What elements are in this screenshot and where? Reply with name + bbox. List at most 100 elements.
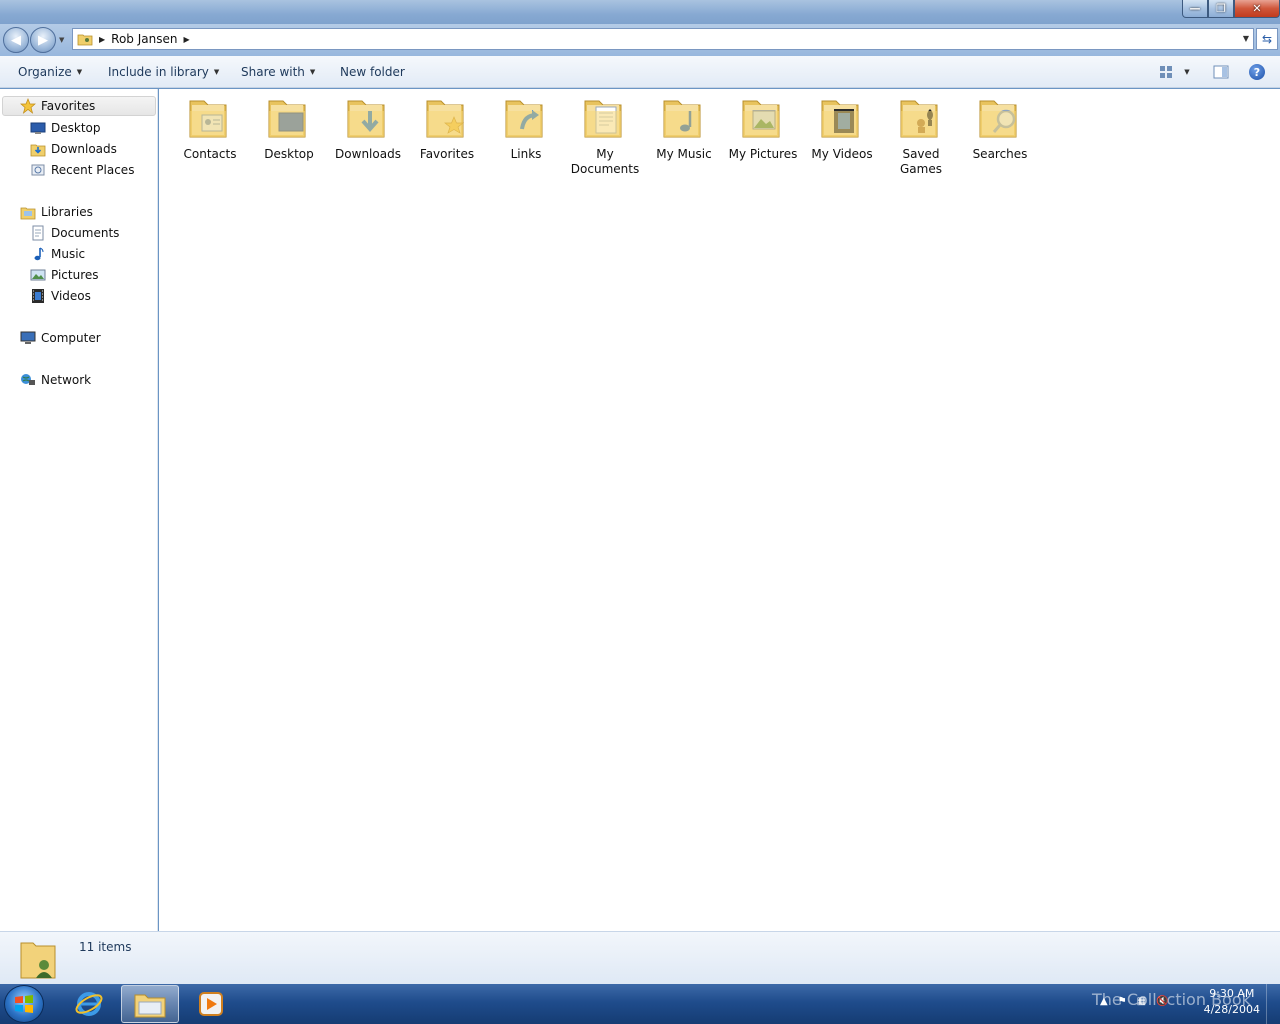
close-icon: ✕	[1252, 2, 1262, 15]
sidebar-item-network[interactable]: Network	[20, 370, 91, 390]
sidebar-item-desktop[interactable]: Desktop	[30, 118, 101, 138]
sidebar-item-label: Documents	[51, 226, 120, 240]
sidebar-item-label: Downloads	[51, 142, 117, 156]
title-bar: — ❐ ✕	[0, 0, 1280, 24]
folder-item[interactable]: My Pictures	[724, 95, 802, 162]
taskbar-internet-explorer[interactable]	[60, 985, 118, 1023]
action-center-flag-icon[interactable]: ⚑	[1118, 996, 1127, 1007]
taskbar-media-player[interactable]	[182, 985, 240, 1023]
folder-label: Downloads	[335, 147, 401, 161]
sidebar-item-favorites[interactable]: Favorites	[2, 96, 156, 116]
sidebar-item-label: Recent Places	[51, 163, 135, 177]
taskbar-windows-explorer[interactable]	[121, 985, 179, 1023]
start-button[interactable]	[4, 985, 44, 1023]
volume-muted-icon[interactable]: 🔇	[1156, 996, 1168, 1007]
minimize-button[interactable]: —	[1182, 0, 1208, 18]
sidebar-item-videos[interactable]: Videos	[30, 286, 91, 306]
minimize-icon: —	[1189, 2, 1201, 15]
view-grid-icon	[1160, 66, 1172, 78]
folder-item[interactable]: My Videos	[803, 95, 881, 162]
internet-explorer-icon	[75, 992, 103, 1016]
clock[interactable]: 9:30 AM 4/28/2004	[1204, 986, 1260, 1018]
desktop-icon	[30, 120, 46, 136]
contacts-folder-icon	[189, 100, 227, 138]
view-options-dropdown[interactable]: ▼	[1178, 63, 1196, 81]
sidebar-item-documents[interactable]: Documents	[30, 223, 119, 243]
refresh-icon: ⇆	[1261, 32, 1273, 46]
file-list[interactable]: Contacts Desktop Downloads Favorites Links My…	[159, 89, 1280, 931]
address-row: ◀ ▶ ▼ ▶ Rob Jansen ▶ ▼ ⇆	[0, 24, 1280, 56]
share-with-label: Share with	[241, 65, 305, 79]
organize-label: Organize	[18, 65, 72, 79]
folder-item[interactable]: Links	[487, 95, 565, 162]
preview-pane-icon	[1213, 65, 1229, 79]
user-folder-large-icon	[20, 942, 56, 979]
folder-label: My Documents	[570, 147, 640, 176]
recent-pages-dropdown[interactable]: ▼	[59, 36, 64, 44]
new-folder-button[interactable]: New folder	[340, 65, 405, 79]
folder-item[interactable]: Desktop	[250, 95, 328, 162]
media-player-icon	[199, 992, 223, 1016]
command-bar: Organize ▼ Include in library ▼ Share with…	[0, 56, 1280, 88]
folder-item[interactable]: My Music	[645, 95, 723, 162]
breadcrumb-rob-jansen[interactable]: Rob Jansen	[111, 32, 177, 46]
help-button[interactable]: ?	[1248, 63, 1266, 81]
sidebar-item-libraries[interactable]: Libraries	[20, 202, 93, 222]
folder-item[interactable]: My Documents	[566, 95, 644, 177]
sidebar-item-label: Libraries	[41, 205, 93, 219]
address-dropdown-icon[interactable]: ▼	[1243, 34, 1249, 43]
sidebar-item-downloads[interactable]: Downloads	[30, 139, 117, 159]
sidebar-item-computer[interactable]: Computer	[20, 328, 101, 348]
sidebar-item-pictures[interactable]: Pictures	[30, 265, 99, 285]
item-count: 11 items	[79, 940, 132, 954]
folder-item[interactable]: Downloads	[329, 95, 407, 162]
change-view-button[interactable]	[1157, 63, 1175, 81]
maximize-icon: ❐	[1216, 2, 1226, 15]
my-documents-folder-icon	[584, 100, 622, 138]
favorites-folder-icon	[426, 100, 464, 138]
sidebar-item-music[interactable]: Music	[30, 244, 85, 264]
links-folder-icon	[505, 100, 543, 138]
breadcrumb-separator-icon[interactable]: ▶	[183, 35, 189, 44]
close-button[interactable]: ✕	[1234, 0, 1280, 18]
navigation-pane: Favorites Desktop Downloads Recent Place…	[0, 89, 158, 931]
show-desktop-button[interactable]	[1266, 984, 1280, 1024]
help-icon: ?	[1249, 64, 1265, 80]
sidebar-item-label: Network	[41, 373, 92, 387]
organize-button[interactable]: Organize ▼	[18, 65, 82, 79]
new-folder-label: New folder	[340, 65, 405, 79]
system-tray-icons: ▲ ⚑ ▦ 🔇	[1100, 996, 1169, 1007]
folder-label: Saved Games	[900, 147, 942, 176]
music-icon	[30, 246, 46, 262]
clock-time: 9:30 AM	[1209, 987, 1255, 1000]
folder-item[interactable]: Saved Games	[882, 95, 960, 177]
folder-label: Contacts	[183, 147, 237, 161]
folder-item[interactable]: Favorites	[408, 95, 486, 162]
folder-label: Searches	[972, 147, 1028, 161]
computer-icon	[20, 330, 36, 346]
windows-logo-icon	[15, 995, 33, 1013]
chevron-down-icon: ▼	[76, 68, 83, 76]
sidebar-item-label: Music	[51, 247, 86, 261]
libraries-icon	[20, 204, 36, 220]
refresh-button[interactable]: ⇆	[1256, 28, 1278, 50]
sidebar-item-recent-places[interactable]: Recent Places	[30, 160, 134, 180]
address-bar[interactable]: ▶ Rob Jansen ▶ ▼	[72, 28, 1254, 50]
show-hidden-icons-icon[interactable]: ▲	[1100, 996, 1108, 1007]
back-button[interactable]: ◀	[3, 27, 29, 53]
pictures-icon	[30, 267, 46, 283]
include-in-library-button[interactable]: Include in library ▼	[108, 65, 219, 79]
network-icon	[20, 372, 36, 388]
share-with-button[interactable]: Share with ▼	[241, 65, 315, 79]
maximize-button[interactable]: ❐	[1208, 0, 1234, 18]
downloads-folder-icon	[347, 100, 385, 138]
preview-pane-button[interactable]	[1212, 63, 1230, 81]
breadcrumb-separator-icon[interactable]: ▶	[99, 35, 105, 44]
folder-item[interactable]: Contacts	[171, 95, 249, 162]
user-folder-icon	[77, 34, 93, 46]
forward-button[interactable]: ▶	[30, 27, 56, 53]
folder-item[interactable]: Searches	[961, 95, 1039, 162]
folder-label: Favorites	[419, 147, 475, 161]
folder-label: My Music	[656, 147, 712, 161]
network-status-icon[interactable]: ▦	[1137, 996, 1146, 1007]
